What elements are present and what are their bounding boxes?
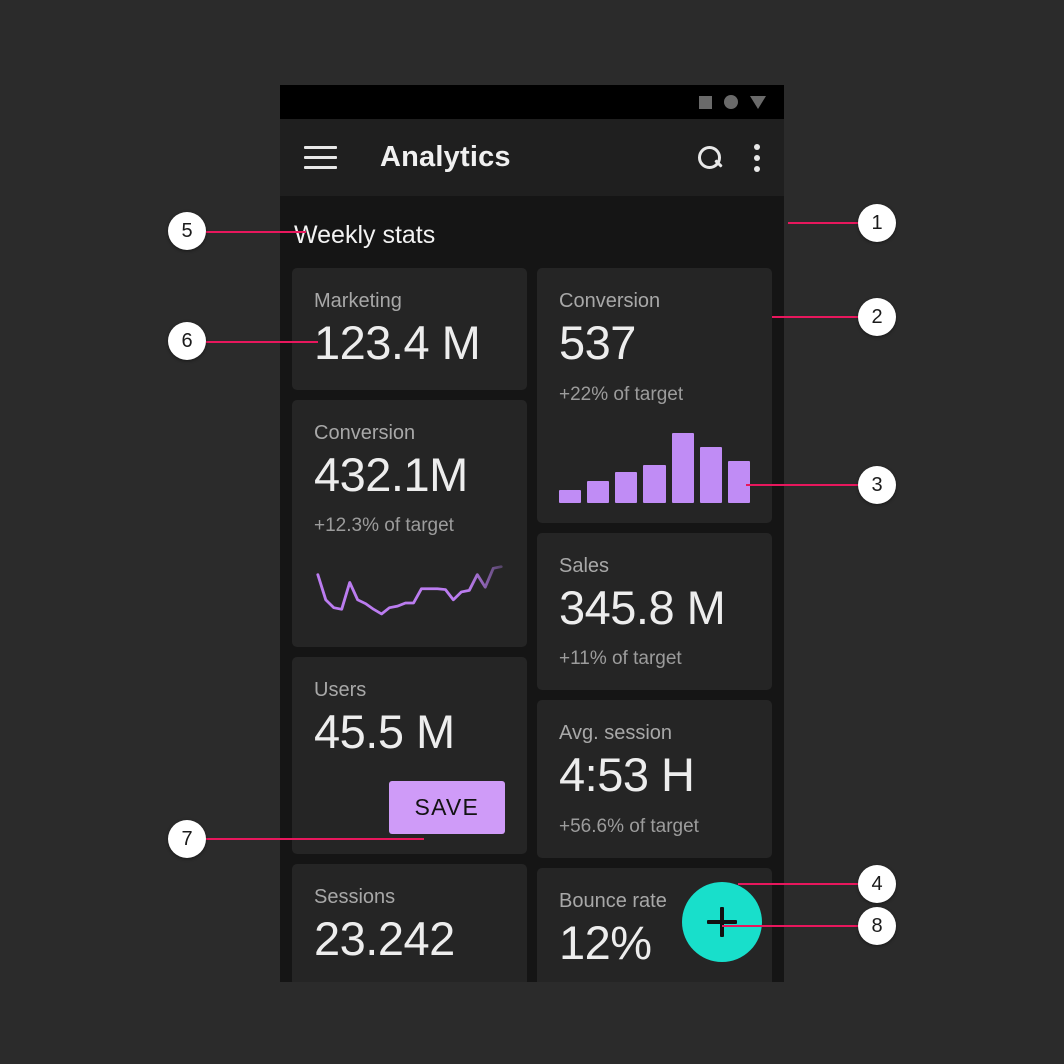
app-bar: Analytics <box>280 119 784 196</box>
callout-leader <box>722 925 858 927</box>
screenshot-root: Analytics Weekly stats Marketing 123.4 M <box>0 0 1064 1064</box>
card-value: 537 <box>559 316 636 369</box>
card-sales[interactable]: Sales 345.8 M +11% of target <box>537 532 772 691</box>
callout-leader <box>206 231 306 233</box>
card-label: Sessions <box>314 885 396 908</box>
card-users[interactable]: Users 45.5 M SAVE <box>292 657 527 854</box>
card-label: Avg. session <box>559 722 673 745</box>
save-button-row: SAVE <box>314 780 505 834</box>
callout-badge[interactable]: 5 <box>168 212 206 250</box>
card-value: 4:53 H <box>559 748 695 802</box>
card-value: 23.242 <box>314 911 455 965</box>
bar-3 <box>615 471 638 503</box>
card-marketing[interactable]: Marketing 123.4 M <box>292 268 527 390</box>
card-value: 45.5 M <box>314 705 455 759</box>
search-icon[interactable] <box>696 144 724 172</box>
card-label: Conversion <box>559 290 661 312</box>
callout-badge[interactable]: 2 <box>858 298 896 336</box>
bar-6 <box>699 446 722 503</box>
card-subtext: +56.6% of target <box>559 815 699 837</box>
card-label: Marketing <box>314 290 402 312</box>
card-value: 123.4 M <box>314 316 481 369</box>
left-column: Marketing 123.4 M Conversion 432.1M +12.… <box>292 268 527 982</box>
callout-badge[interactable]: 8 <box>858 907 896 945</box>
bar-2 <box>587 480 610 503</box>
card-sessions[interactable]: Sessions 23.242 <box>292 863 527 982</box>
card-value: 432.1M <box>314 447 468 501</box>
right-column: Conversion 537 +22% of target Sales 345.… <box>537 268 772 982</box>
callout-badge[interactable]: 4 <box>858 865 896 903</box>
callout-leader <box>206 838 424 840</box>
card-conversion-line[interactable]: Conversion 432.1M +12.3% of target <box>292 399 527 648</box>
square-icon <box>699 95 712 109</box>
more-vertical-icon[interactable] <box>754 143 760 172</box>
card-subtext: +12.3% of target <box>314 515 454 537</box>
bar-5 <box>671 432 694 503</box>
bar-7 <box>727 460 750 503</box>
callout-badge[interactable]: 7 <box>168 820 206 858</box>
phone-device-frame: Analytics Weekly stats Marketing 123.4 M <box>280 85 784 982</box>
card-label: Users <box>314 679 367 702</box>
cards-grid: Marketing 123.4 M Conversion 432.1M +12.… <box>292 268 772 982</box>
callout-badge[interactable]: 6 <box>168 322 206 360</box>
circle-icon <box>724 95 738 109</box>
card-conversion-bar[interactable]: Conversion 537 +22% of target <box>537 268 772 523</box>
card-label: Conversion <box>314 421 416 444</box>
add-floating-action-button[interactable] <box>682 882 762 962</box>
callout-leader <box>788 222 858 224</box>
callout-leader <box>738 883 858 885</box>
card-subtext: +22% of target <box>559 383 684 405</box>
content-area: Weekly stats Marketing 123.4 M Conversio… <box>280 196 784 982</box>
callout-badge[interactable]: 1 <box>858 204 896 242</box>
plus-icon <box>707 907 737 937</box>
card-value: 345.8 M <box>559 580 726 634</box>
bar-4 <box>643 464 666 503</box>
callout-leader <box>206 341 318 343</box>
status-bar <box>280 85 784 119</box>
callout-badge[interactable]: 3 <box>858 466 896 504</box>
bar-chart <box>559 428 750 503</box>
page-title: Analytics <box>380 141 511 173</box>
card-subtext: +11% of target <box>559 648 682 670</box>
card-label: Sales <box>559 554 610 577</box>
app-bar-actions <box>696 143 760 172</box>
save-button[interactable]: SAVE <box>388 780 505 834</box>
card-avg-session[interactable]: Avg. session 4:53 H +56.6% of target <box>537 700 772 858</box>
bar-1 <box>559 489 582 503</box>
sparkline-chart <box>314 555 505 627</box>
triangle-down-icon <box>750 95 766 109</box>
hamburger-menu-icon[interactable] <box>304 146 337 169</box>
section-title: Weekly stats <box>294 221 436 249</box>
callout-leader <box>746 484 858 486</box>
callout-leader <box>772 316 858 318</box>
